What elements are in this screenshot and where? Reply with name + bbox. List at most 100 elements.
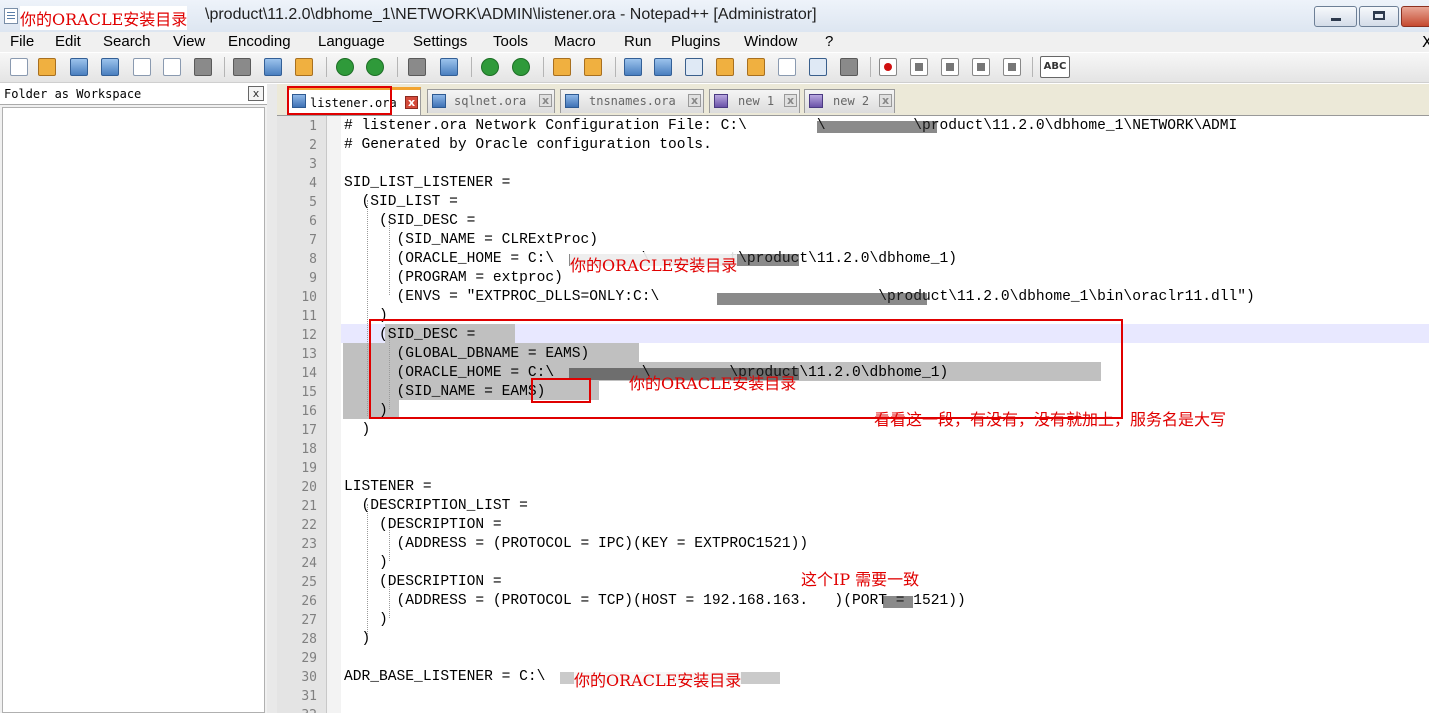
function-list-icon[interactable] [778,58,796,76]
spell-check-icon[interactable]: ABC [1040,56,1070,78]
toolbar-separator [224,57,225,77]
zoom-in-icon[interactable] [481,58,499,76]
save-macro-icon[interactable] [1003,58,1021,76]
sync-v-icon[interactable] [553,58,571,76]
menu-help[interactable]: ? [825,32,833,52]
line-number: 30 [301,670,317,685]
panel-splitter[interactable] [267,84,277,713]
menu-bar: File Edit Search View Encoding Language … [0,32,1429,52]
sync-h-icon[interactable] [584,58,602,76]
panel-close-button[interactable]: x [248,86,264,101]
find-icon[interactable] [408,58,426,76]
tab-new-1[interactable]: new 1 x [709,89,800,113]
folder-workspace-icon[interactable] [809,58,827,76]
line-number: 8 [309,252,317,267]
line-number: 14 [301,366,317,381]
tab-close-icon[interactable]: x [784,94,797,107]
code-line: (DESCRIPTION_LIST = [344,498,528,514]
menu-window[interactable]: Window [744,32,797,52]
show-all-chars-icon[interactable] [654,58,672,76]
tab-close-icon[interactable]: x [688,94,701,107]
close-icon[interactable] [133,58,151,76]
save-icon[interactable] [70,58,88,76]
paste-icon[interactable] [295,58,313,76]
line-number: 28 [301,632,317,647]
line-number: 25 [301,575,317,590]
fold-margin[interactable] [327,116,341,713]
tab-close-icon[interactable]: x [539,94,552,107]
eams-annotation-box [531,378,591,403]
indent-guide-icon[interactable] [685,58,703,76]
folder-workspace-panel: Folder as Workspace x [0,84,267,713]
close-all-icon[interactable] [163,58,181,76]
tab-label: new 2 [833,94,870,108]
toolbar-separator [471,57,472,77]
save-all-icon[interactable] [101,58,119,76]
tab-tnsnames-ora[interactable]: tnsnames.ora x [560,89,704,113]
tab-label: sqlnet.ora [454,94,527,108]
line-number: 3 [309,157,317,172]
menu-macro[interactable]: Macro [554,32,596,52]
menu-encoding[interactable]: Encoding [228,32,291,52]
maximize-button[interactable] [1359,6,1399,27]
copy-icon[interactable] [264,58,282,76]
window-title: \product\11.2.0\dbhome_1\NETWORK\ADMIN\l… [205,6,817,23]
tab-label: new 1 [738,94,775,108]
menu-run[interactable]: Run [624,32,652,52]
active-tab-highlight-box [287,86,392,115]
menu-search[interactable]: Search [103,32,151,52]
udl-icon[interactable] [716,58,734,76]
minimize-button[interactable] [1314,6,1357,27]
toolbar-separator [326,57,327,77]
line-number: 21 [301,499,317,514]
menu-language[interactable]: Language [318,32,385,52]
code-line: (ADDRESS = (PROTOCOL = IPC)(KEY = EXTPRO… [344,536,809,552]
line-number: 23 [301,537,317,552]
file-tab-icon [809,94,823,108]
print-icon[interactable] [194,58,212,76]
word-wrap-icon[interactable] [624,58,642,76]
line-number: 29 [301,651,317,666]
title-bar: 你的ORACLE安装目录 \product\11.2.0\dbhome_1\NE… [0,0,1429,32]
undo-icon[interactable] [336,58,354,76]
close-window-button[interactable] [1401,6,1429,27]
toolbar-separator [1032,57,1033,77]
run-multiple-icon[interactable] [972,58,990,76]
line-number: 32 [277,708,317,713]
replace-icon[interactable] [440,58,458,76]
monitoring-icon[interactable] [840,58,858,76]
menu-settings[interactable]: Settings [413,32,467,52]
code-line: (SID_LIST = [344,194,458,210]
menu-file[interactable]: File [10,32,34,52]
menu-edit[interactable]: Edit [55,32,81,52]
stop-record-icon[interactable] [910,58,928,76]
tab-close-icon[interactable]: x [405,96,418,109]
sid-desc-annotation-box [369,319,1123,419]
code-line: (DESCRIPTION = [344,574,502,590]
tab-close-icon[interactable]: x [879,94,892,107]
cut-icon[interactable] [233,58,251,76]
record-macro-icon[interactable] [879,58,897,76]
open-file-icon[interactable] [38,58,56,76]
line-number: 4 [309,176,317,191]
tab-sqlnet-ora[interactable]: sqlnet.ora x [427,89,555,113]
code-line: # Generated by Oracle configuration tool… [344,137,712,153]
new-file-icon[interactable] [10,58,28,76]
menu-plugins[interactable]: Plugins [671,32,720,52]
file-tab-icon [714,94,728,108]
code-line: SID_LIST_LISTENER = [344,175,511,191]
redo-icon[interactable] [366,58,384,76]
line-number: 20 [301,480,317,495]
close-document-icon[interactable]: X [1422,32,1429,52]
workspace-tree[interactable] [2,107,265,713]
menu-tools[interactable]: Tools [493,32,528,52]
redacted-path [717,293,927,305]
line-number: 9 [309,271,317,286]
tab-new-2[interactable]: new 2 x [804,89,895,113]
line-number: 17 [301,423,317,438]
menu-view[interactable]: View [173,32,205,52]
zoom-out-icon[interactable] [512,58,530,76]
code-line: LISTENER = [344,479,432,495]
play-macro-icon[interactable] [941,58,959,76]
doc-map-icon[interactable] [747,58,765,76]
